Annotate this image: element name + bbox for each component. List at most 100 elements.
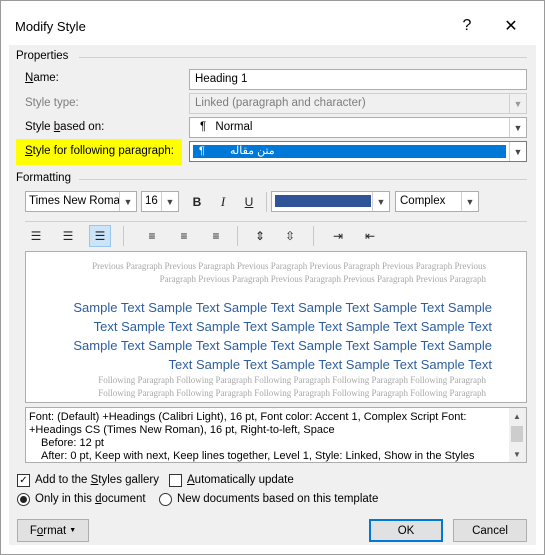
close-icon: ✕: [504, 18, 518, 35]
previous-paragraph-line: Previous Paragraph Previous Paragraph Pr…: [92, 261, 486, 271]
chevron-down-icon: ▼: [509, 118, 526, 137]
dialog-title: Modify Style: [15, 19, 86, 34]
title-bar: Modify Style ? ✕: [1, 1, 544, 45]
align-right-button[interactable]: ☰: [89, 225, 111, 247]
double-spacing-icon: ≡: [212, 229, 220, 243]
description-line: Font: (Default) +Headings (Calibri Light…: [29, 411, 467, 423]
dialog-body: Properties Name: Heading 1 Style type: L…: [9, 45, 536, 545]
chevron-down-icon: ▼: [372, 192, 389, 211]
sample-text-line: Text Sample Text Sample Text Sample Text…: [93, 319, 492, 334]
chevron-down-icon: ▼: [119, 192, 136, 211]
chevron-down-icon: ▼: [509, 94, 526, 113]
decrease-spacing-button[interactable]: ⇳: [279, 225, 301, 247]
one-half-spacing-icon: ≡: [180, 229, 188, 243]
paragraph-mark-icon: ¶: [200, 121, 207, 133]
add-to-gallery-checkbox[interactable]: ✓: [17, 474, 30, 487]
following-paragraph-select[interactable]: ¶ متن مقاله ▼: [189, 141, 527, 162]
modify-style-dialog: Modify Style ? ✕ Properties Name: Headin…: [0, 0, 545, 555]
formatting-heading: Formatting: [16, 172, 71, 184]
align-center-icon: ☰: [62, 229, 74, 243]
font-color-select[interactable]: ▼: [271, 191, 390, 212]
cancel-button[interactable]: Cancel: [453, 519, 527, 542]
script-value: Complex: [400, 195, 446, 207]
single-spacing-button[interactable]: ≡: [141, 225, 163, 247]
new-documents-label: New documents based on this template: [177, 493, 379, 505]
script-select[interactable]: Complex ▼: [395, 191, 479, 212]
following-value: متن مقاله: [229, 145, 275, 157]
name-input[interactable]: Heading 1: [189, 69, 527, 90]
scroll-up-icon[interactable]: ▲: [513, 410, 521, 423]
toolbar-divider: [237, 226, 238, 246]
ok-button[interactable]: OK: [369, 519, 443, 542]
align-right-icon: ☰: [94, 229, 106, 243]
paragraph-mark-icon: ¶: [199, 145, 205, 157]
sample-text-line: Text Sample Text Sample Text Sample Text…: [168, 357, 492, 372]
sample-text-line: Sample Text Sample Text Sample Text Samp…: [73, 300, 492, 315]
toolbar-divider: [313, 226, 314, 246]
style-type-label: Style type:: [25, 97, 79, 109]
based-on-label: Style based on:: [25, 121, 105, 133]
font-select[interactable]: Times New Roman ▼: [25, 191, 137, 212]
new-documents-radio[interactable]: [159, 493, 172, 506]
auto-update-label: Automatically update: [187, 474, 294, 486]
help-icon: ?: [462, 17, 472, 34]
align-center-button[interactable]: ☰: [57, 225, 79, 247]
auto-update-checkbox[interactable]: [169, 474, 182, 487]
following-paragraph-line: Following Paragraph Following Paragraph …: [98, 375, 486, 385]
following-selection: ¶ متن مقاله: [193, 145, 506, 158]
properties-heading: Properties: [16, 50, 69, 62]
chevron-down-icon: ▼: [161, 192, 178, 211]
based-on-value: Normal: [215, 121, 253, 133]
toolbar-top-divider: [25, 221, 527, 222]
based-on-select[interactable]: ¶ Normal ▼: [189, 117, 527, 138]
help-button[interactable]: ?: [447, 11, 487, 41]
size-select[interactable]: 16 ▼: [141, 191, 179, 212]
one-half-spacing-button[interactable]: ≡: [173, 225, 195, 247]
align-left-icon: ☰: [30, 229, 42, 243]
double-spacing-button[interactable]: ≡: [205, 225, 227, 247]
previous-paragraph-line: Paragraph Previous Paragraph Previous Pa…: [159, 274, 486, 284]
bold-button[interactable]: B: [186, 191, 208, 213]
properties-divider: [79, 57, 527, 58]
decrease-spacing-icon: ⇳: [284, 229, 296, 243]
toolbar-divider: [123, 226, 124, 246]
style-description[interactable]: Font: (Default) +Headings (Calibri Light…: [25, 407, 527, 463]
chevron-down-icon: ▼: [509, 142, 526, 161]
underline-button[interactable]: U: [238, 191, 260, 213]
only-this-document-label: Only in this document: [35, 493, 146, 505]
only-this-document-radio[interactable]: [17, 493, 30, 506]
scroll-down-icon[interactable]: ▼: [513, 448, 521, 461]
format-label: Format: [29, 524, 67, 537]
italic-button[interactable]: I: [212, 191, 234, 213]
format-button[interactable]: Format ▼: [17, 519, 89, 542]
size-value: 16: [145, 195, 158, 207]
sample-text-line: Sample Text Sample Text Sample Text Samp…: [73, 338, 492, 353]
formatting-divider: [79, 179, 527, 180]
add-to-gallery-label: Add to the Styles gallery: [35, 474, 160, 486]
chevron-down-icon: ▼: [461, 192, 478, 211]
description-line: +Headings CS (Times New Roman), 16 pt, R…: [29, 424, 335, 436]
description-line: Before: 12 pt: [41, 437, 104, 449]
style-type-value: Linked (paragraph and character): [195, 97, 366, 109]
font-value: Times New Roman: [29, 195, 127, 207]
toolbar-divider: [266, 192, 267, 212]
description-scrollbar[interactable]: ▲ ▼: [509, 408, 526, 462]
chevron-down-icon: ▼: [69, 527, 77, 534]
increase-indent-button[interactable]: ⇤: [359, 225, 381, 247]
style-type-select[interactable]: Linked (paragraph and character) ▼: [189, 93, 527, 114]
increase-spacing-button[interactable]: ⇕: [249, 225, 271, 247]
decrease-indent-icon: ⇥: [332, 229, 344, 243]
description-line: After: 0 pt, Keep with next, Keep lines …: [41, 450, 475, 462]
align-left-button[interactable]: ☰: [25, 225, 47, 247]
scrollbar-thumb[interactable]: [511, 426, 523, 442]
increase-spacing-icon: ⇕: [254, 229, 266, 243]
font-color-swatch: [275, 195, 371, 207]
following-paragraph-line: Following Paragraph Following Paragraph …: [98, 388, 486, 398]
style-preview: Previous Paragraph Previous Paragraph Pr…: [25, 251, 527, 403]
name-label: Name:: [25, 72, 59, 84]
following-paragraph-label: Style for following paragraph:: [25, 145, 174, 157]
close-button[interactable]: ✕: [491, 11, 531, 41]
single-spacing-icon: ≡: [148, 229, 156, 243]
decrease-indent-button[interactable]: ⇥: [327, 225, 349, 247]
increase-indent-icon: ⇤: [364, 229, 376, 243]
